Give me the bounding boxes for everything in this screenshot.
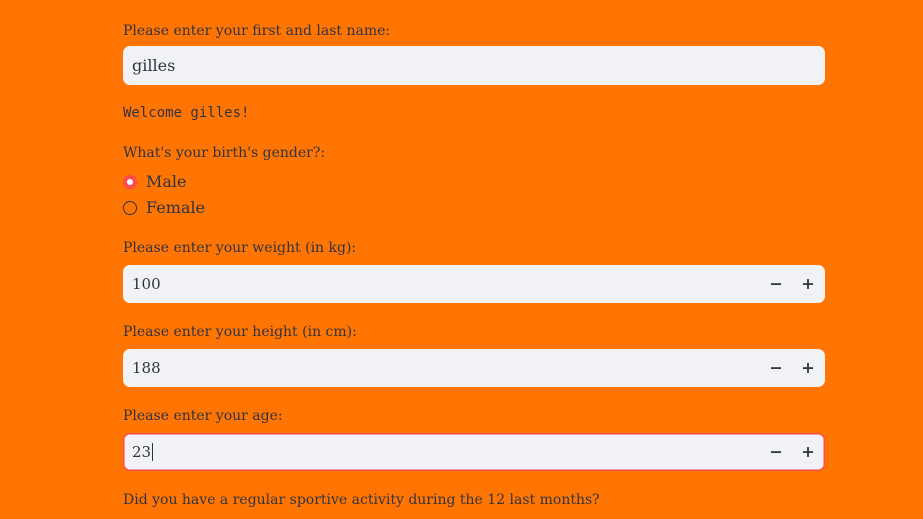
weight-label: Please enter your weight (in kg):: [123, 240, 357, 256]
height-decrement-button[interactable]: [760, 350, 792, 386]
plus-icon: [803, 447, 813, 457]
height-input[interactable]: 188: [123, 349, 825, 387]
gender-option-female[interactable]: Female: [123, 196, 205, 220]
radio-unchecked-icon[interactable]: [123, 201, 137, 215]
minus-icon: [771, 451, 781, 453]
plus-icon: [803, 363, 813, 373]
height-value[interactable]: 188: [132, 350, 161, 386]
text-caret: [152, 443, 154, 461]
height-label: Please enter your height (in cm):: [123, 324, 357, 340]
name-input[interactable]: [123, 46, 825, 85]
weight-input[interactable]: 100: [123, 265, 825, 303]
gender-option-male[interactable]: Male: [123, 170, 187, 194]
plus-icon: [803, 279, 813, 289]
welcome-message: Welcome gilles!: [123, 105, 250, 121]
minus-icon: [771, 367, 781, 369]
age-value-wrapper[interactable]: 23: [132, 434, 154, 470]
weight-value[interactable]: 100: [132, 266, 161, 302]
weight-decrement-button[interactable]: [760, 266, 792, 302]
name-label: Please enter your first and last name:: [123, 23, 391, 39]
age-value: 23: [132, 443, 152, 461]
gender-option-label: Male: [146, 172, 187, 191]
gender-option-label: Female: [146, 198, 205, 217]
minus-icon: [771, 283, 781, 285]
age-increment-button[interactable]: [792, 434, 824, 470]
weight-increment-button[interactable]: [792, 266, 824, 302]
age-input[interactable]: 23: [123, 433, 825, 471]
gender-label: What's your birth's gender?:: [123, 145, 326, 161]
radio-checked-icon[interactable]: [123, 175, 137, 189]
sport-activity-label: Did you have a regular sportive activity…: [123, 492, 600, 508]
age-decrement-button[interactable]: [760, 434, 792, 470]
age-label: Please enter your age:: [123, 408, 283, 424]
height-increment-button[interactable]: [792, 350, 824, 386]
